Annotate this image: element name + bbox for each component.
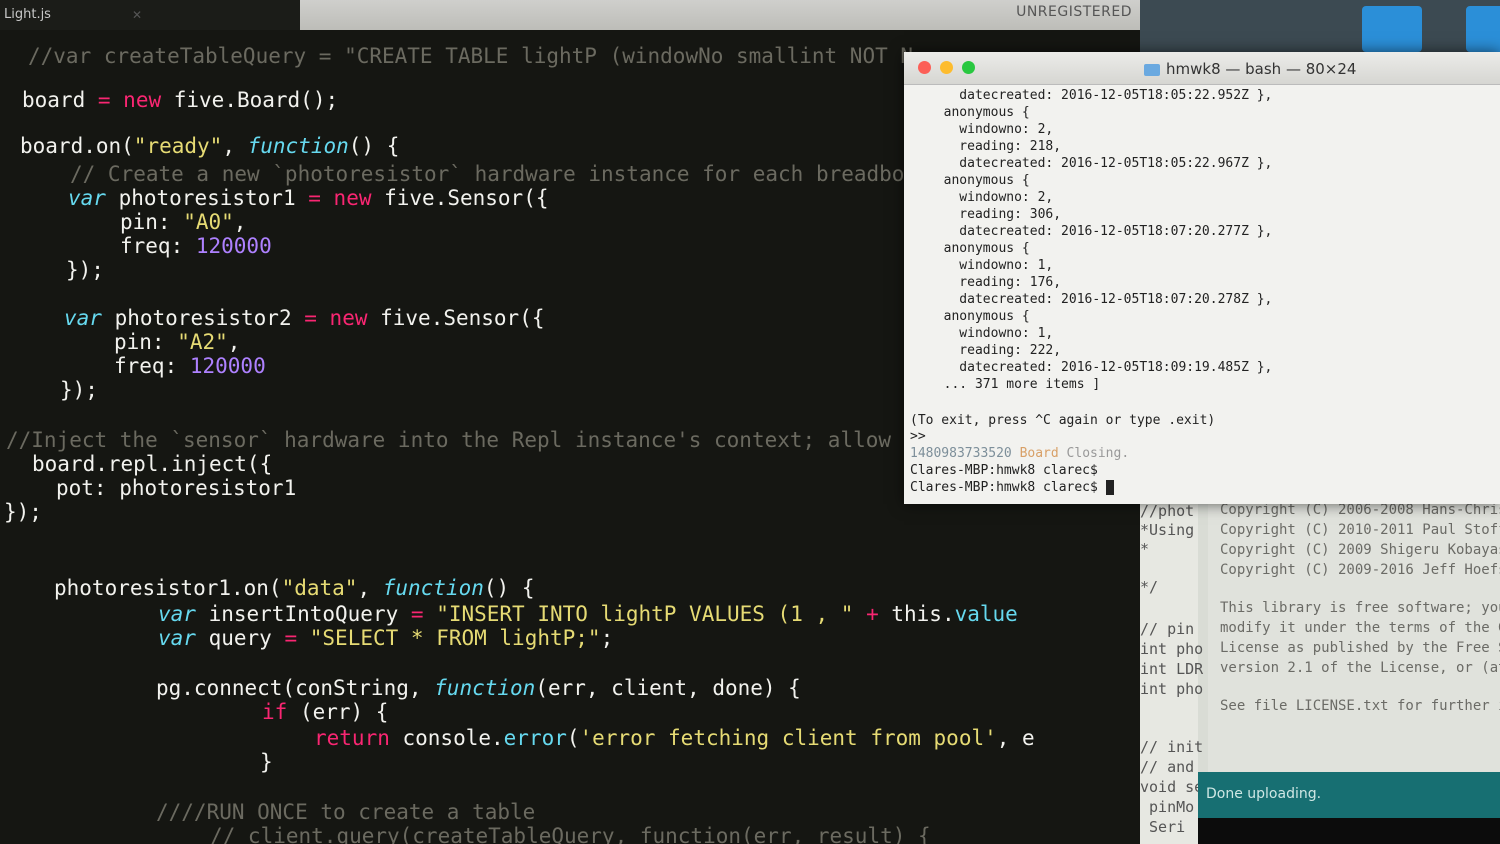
terminal-line: reading: 222, — [928, 343, 1062, 358]
code-line: } — [260, 750, 273, 774]
sketch-line: int pho — [1140, 680, 1204, 698]
code-line: // Create a new `photoresistor` hardware… — [70, 162, 905, 186]
code-line: ////RUN ONCE to create a table — [156, 800, 536, 824]
desktop-background — [1140, 0, 1500, 52]
license-line: version 2.1 of the License, or (at — [1220, 660, 1500, 676]
sketch-line: //phot — [1140, 502, 1195, 520]
code-line: photoresistor1.on("data", function() { — [54, 576, 535, 600]
terminal-line: (To exit, press ^C again or type .exit) — [910, 413, 1216, 428]
code-line: var query = "SELECT * FROM lightP;"; — [158, 626, 614, 650]
tab-label: Light.js — [4, 7, 51, 22]
terminal-line: anonymous { — [928, 173, 1030, 188]
license-line: See file LICENSE.txt for further in — [1220, 698, 1500, 714]
license-line: This library is free software; you — [1220, 600, 1500, 616]
terminal-line: windowno: 1, — [928, 326, 1054, 341]
folder-icon[interactable] — [1362, 6, 1422, 52]
upload-status-bar: Done uploading. — [1198, 772, 1500, 818]
terminal-line: datecreated: 2016-12-05T18:07:20.277Z }, — [928, 224, 1273, 239]
sketch-line: int LDR — [1140, 660, 1204, 678]
code-line: }); — [66, 258, 104, 282]
terminal-prompt-active[interactable]: Clares-MBP:hmwk8 clarec$ — [910, 480, 1114, 495]
sketch-line: // init — [1140, 738, 1204, 756]
sketch-line: void se — [1140, 778, 1204, 796]
terminal-line: anonymous { — [928, 241, 1030, 256]
terminal-line: datecreated: 2016-12-05T18:09:19.485Z }, — [928, 360, 1273, 375]
license-status: UNREGISTERED — [1016, 4, 1132, 20]
sketch-line: int pho — [1140, 640, 1204, 658]
license-line: Copyright (C) 2010-2011 Paul Stoffr — [1220, 522, 1500, 538]
code-line: board.on("ready", function() { — [20, 134, 400, 158]
terminal-line: reading: 306, — [928, 207, 1062, 222]
code-line: pin: "A2", — [114, 330, 241, 354]
license-line: Copyright (C) 2009 Shigeru Kobayash — [1220, 542, 1500, 558]
license-text-panel: Copyright (C) 2006-2008 Hans-Christ Copy… — [1208, 500, 1500, 780]
sketch-editor[interactable]: //phot *Using * */ // pin int pho int LD… — [1140, 500, 1203, 844]
sketch-line: pinMo — [1140, 798, 1195, 816]
terminal-line: ... 371 more items ] — [928, 377, 1101, 392]
terminal-line: windowno: 2, — [928, 122, 1054, 137]
sketch-line: *Using — [1140, 521, 1195, 539]
license-line: modify it under the terms of the GN — [1220, 620, 1500, 636]
code-line: // client.query(createTableQuery, functi… — [210, 824, 931, 844]
terminal-line: >> — [910, 429, 926, 444]
code-line: return console.error('error fetching cli… — [314, 726, 1035, 750]
terminal-line: 1480983733520 Board Closing. — [910, 446, 1129, 461]
code-line: //var createTableQuery = "CREATE TABLE l… — [28, 44, 914, 68]
code-line: board = new five.Board(); — [22, 88, 339, 112]
terminal-line: datecreated: 2016-12-05T18:05:22.952Z }, — [928, 88, 1273, 103]
code-line: freq: 120000 — [114, 354, 266, 378]
terminal-line: datecreated: 2016-12-05T18:07:20.278Z }, — [928, 292, 1273, 307]
code-line: }); — [4, 500, 42, 524]
sketch-line: */ — [1140, 578, 1159, 596]
zoom-button[interactable] — [962, 61, 975, 74]
terminal-line: windowno: 2, — [928, 190, 1054, 205]
code-line: pot: photoresistor1 — [56, 476, 297, 500]
arduino-ide-window[interactable]: //phot *Using * */ // pin int pho int LD… — [1140, 500, 1500, 844]
terminal-line: reading: 218, — [928, 139, 1062, 154]
code-line: freq: 120000 — [120, 234, 272, 258]
terminal-window[interactable]: hmwk8 — bash — 80×24 datecreated: 2016-1… — [904, 52, 1500, 504]
terminal-line: anonymous { — [928, 105, 1030, 120]
license-line: License as published by the Free So — [1220, 640, 1500, 656]
license-line: Copyright (C) 2009-2016 Jeff Hoefs — [1220, 562, 1500, 578]
console-output — [1198, 818, 1500, 844]
terminal-prompt: Clares-MBP:hmwk8 clarec$ — [910, 463, 1098, 478]
close-icon[interactable]: ✕ — [132, 0, 142, 30]
text-cursor — [1105, 480, 1114, 495]
code-line: pin: "A0", — [120, 210, 247, 234]
code-line: pg.connect(conString, function(err, clie… — [156, 676, 801, 700]
terminal-line: windowno: 1, — [928, 258, 1054, 273]
folder-icon — [1144, 64, 1160, 76]
code-line: }); — [60, 378, 98, 402]
terminal-line: anonymous { — [928, 309, 1030, 324]
code-line: if (err) { — [262, 700, 389, 724]
code-line: var insertIntoQuery = "INSERT INTO light… — [158, 602, 1018, 626]
close-button[interactable] — [918, 61, 931, 74]
terminal-titlebar[interactable]: hmwk8 — bash — 80×24 — [904, 52, 1500, 85]
code-line: //Inject the `sensor` hardware into the … — [6, 428, 892, 452]
license-line: Copyright (C) 2006-2008 Hans-Christ — [1220, 502, 1500, 518]
terminal-title: hmwk8 — bash — 80×24 — [1166, 60, 1357, 78]
tab-bar: Light.js ✕ UNREGISTERED — [0, 0, 1140, 30]
minimize-button[interactable] — [940, 61, 953, 74]
timestamp: 1480983733520 — [910, 446, 1012, 461]
sketch-line: Seri — [1140, 818, 1186, 836]
sketch-line: // pin — [1140, 620, 1195, 638]
terminal-line: datecreated: 2016-12-05T18:05:22.967Z }, — [928, 156, 1273, 171]
code-line: var photoresistor1 = new five.Sensor({ — [68, 186, 549, 210]
closing-message: Closing. — [1066, 446, 1130, 461]
code-line: board.repl.inject({ — [32, 452, 273, 476]
sketch-line: * — [1140, 540, 1150, 558]
board-label: Board — [1019, 446, 1059, 461]
sketch-line: // and — [1140, 758, 1195, 776]
terminal-line: reading: 176, — [928, 275, 1062, 290]
upload-status: Done uploading. — [1206, 786, 1322, 802]
code-line: var photoresistor2 = new five.Sensor({ — [64, 306, 545, 330]
file-tab[interactable]: Light.js ✕ — [0, 0, 300, 30]
folder-icon[interactable] — [1466, 6, 1500, 52]
